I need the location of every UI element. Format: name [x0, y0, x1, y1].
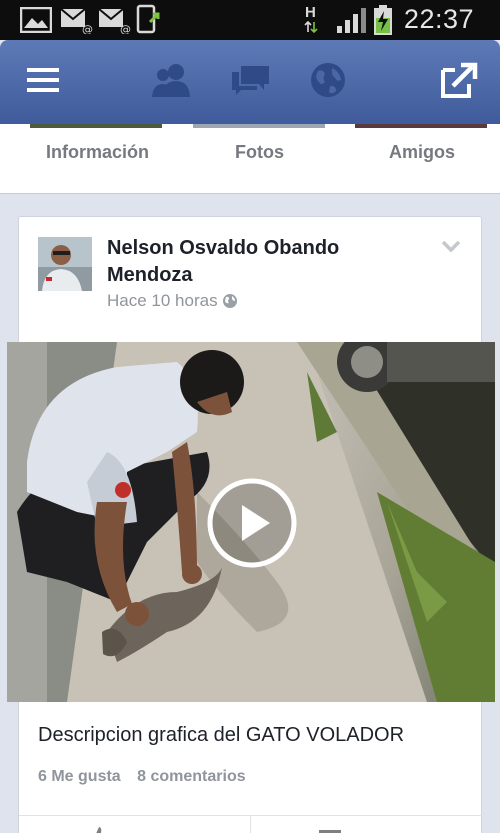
avatar[interactable] [38, 237, 92, 291]
menu-icon [27, 68, 59, 92]
messages-button[interactable] [229, 58, 273, 102]
email-icon: @ [60, 8, 93, 34]
screenshot-icon [136, 4, 160, 34]
friend-requests-button[interactable] [149, 58, 193, 102]
notifications-globe-icon [311, 63, 345, 97]
profile-tabs: Información Fotos Amigos [0, 124, 500, 194]
network-type: H [305, 4, 316, 21]
public-globe-icon [222, 294, 237, 308]
messages-icon [232, 66, 269, 95]
tab-fotos[interactable]: Fotos [235, 142, 284, 163]
play-icon[interactable] [206, 477, 298, 569]
post-timestamp-row: Hace 10 horas [107, 291, 238, 311]
comment-icon [319, 830, 341, 833]
share-icon [441, 62, 478, 98]
clock: 22:37 [403, 4, 474, 34]
screen: { "status_bar": { "time": "22:37", "netw… [0, 0, 500, 833]
like-icon [96, 827, 107, 833]
cover-photo-strip [355, 124, 487, 128]
status-bar: @ @ H 22:37 [0, 0, 500, 40]
tab-amigos[interactable]: Amigos [389, 142, 455, 163]
post-description: Descripcion grafica del GATO VOLADOR [38, 724, 405, 746]
cover-photo-strip [30, 124, 162, 128]
likes-count[interactable]: 6 Me gusta [38, 768, 121, 785]
post-card: Nelson Osvaldo Obando Mendoza Hace 10 ho… [7, 216, 495, 833]
share-button[interactable] [437, 58, 481, 102]
comment-button[interactable] [251, 816, 483, 833]
signal-icon [337, 8, 366, 33]
post-stats: 6 Me gusta 8 comentarios [38, 768, 258, 786]
menu-button[interactable] [21, 58, 65, 102]
email-icon: @ [98, 8, 131, 34]
top-nav-bar [0, 40, 500, 124]
like-button[interactable] [19, 816, 251, 833]
post-actions-bar [19, 815, 483, 833]
post-author[interactable]: Nelson Osvaldo Obando Mendoza [107, 235, 407, 289]
friend-requests-icon [152, 64, 190, 97]
video-player[interactable] [7, 342, 495, 702]
avatar-photo [38, 237, 92, 291]
comments-count[interactable]: 8 comentarios [137, 768, 245, 785]
notifications-button[interactable] [306, 58, 350, 102]
cover-photo-strip [193, 124, 325, 128]
chevron-down-icon[interactable] [441, 239, 461, 253]
post-time: Hace 10 horas [107, 291, 218, 310]
data-arrows-icon [304, 21, 318, 33]
svg-text:@: @ [82, 23, 93, 34]
svg-text:@: @ [120, 23, 131, 34]
battery-charging-icon [374, 5, 392, 35]
gallery-icon [20, 7, 52, 33]
tab-informacion[interactable]: Información [46, 142, 149, 163]
